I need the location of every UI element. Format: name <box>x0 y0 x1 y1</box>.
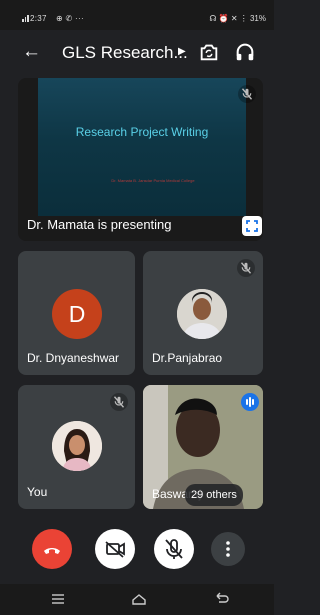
status-right-icons: ☊ ⏰ ✕ ⋮ 31% <box>209 14 266 23</box>
back-button[interactable]: ← <box>22 42 41 62</box>
speaking-indicator-icon <box>241 393 259 411</box>
chevron-right-icon[interactable]: ▶ <box>178 46 186 57</box>
participant-tile[interactable]: You <box>18 385 135 509</box>
camera-toggle-button[interactable] <box>95 529 135 569</box>
camera-off-icon <box>105 541 125 558</box>
mic-toggle-button[interactable] <box>154 529 194 569</box>
participant-tile[interactable]: D Dr. Dnyaneshwar <box>18 251 135 375</box>
avatar <box>52 421 102 471</box>
system-nav-bar <box>0 584 274 615</box>
slide-title: Research Project Writing <box>75 125 209 139</box>
avatar: D <box>52 289 102 339</box>
call-header: ← GLS Research... ▶ <box>0 30 274 78</box>
back-nav-icon[interactable] <box>214 592 230 606</box>
switch-camera-icon[interactable] <box>198 41 220 63</box>
more-options-button[interactable] <box>211 532 245 566</box>
participant-name: Dr.Panjabrao <box>152 351 223 365</box>
signal-icon <box>22 15 29 22</box>
participant-name: Dr. Dnyaneshwar <box>27 351 120 365</box>
mic-off-icon <box>237 259 255 277</box>
status-time: 2:37 <box>30 14 47 23</box>
mic-off-icon <box>238 85 256 103</box>
shared-slide: Research Project Writing Dr. Mamata B. J… <box>38 78 246 216</box>
end-call-icon <box>44 548 60 554</box>
headphones-icon[interactable] <box>234 41 256 63</box>
mic-off-icon <box>165 539 183 559</box>
more-vert-icon <box>226 541 230 557</box>
meeting-title[interactable]: GLS Research... <box>62 43 188 63</box>
status-bar: 2:37 ⊕ ✆ ··· ☊ ⏰ ✕ ⋮ 31% <box>0 0 274 30</box>
participant-name: You <box>27 485 48 499</box>
status-symbols: ☊ ⏰ ✕ ⋮ <box>209 14 250 23</box>
notification-icons: ⊕ ✆ ··· <box>56 14 84 23</box>
menu-icon[interactable] <box>50 592 66 606</box>
slide-subtitle: Dr. Mamata B. Jansdar Purnia Medical Col… <box>111 178 195 183</box>
participant-tile[interactable]: Dr.Panjabrao <box>143 251 263 375</box>
others-count-badge[interactable]: 29 others <box>185 484 243 506</box>
home-icon[interactable] <box>131 592 147 606</box>
battery-level: 31% <box>249 14 266 23</box>
fullscreen-icon[interactable] <box>242 216 262 236</box>
end-call-button[interactable] <box>32 529 72 569</box>
presentation-tile[interactable]: Research Project Writing Dr. Mamata B. J… <box>18 78 263 241</box>
avatar <box>177 289 227 339</box>
presenter-label: Dr. Mamata is presenting <box>27 217 172 232</box>
mic-off-icon <box>110 393 128 411</box>
